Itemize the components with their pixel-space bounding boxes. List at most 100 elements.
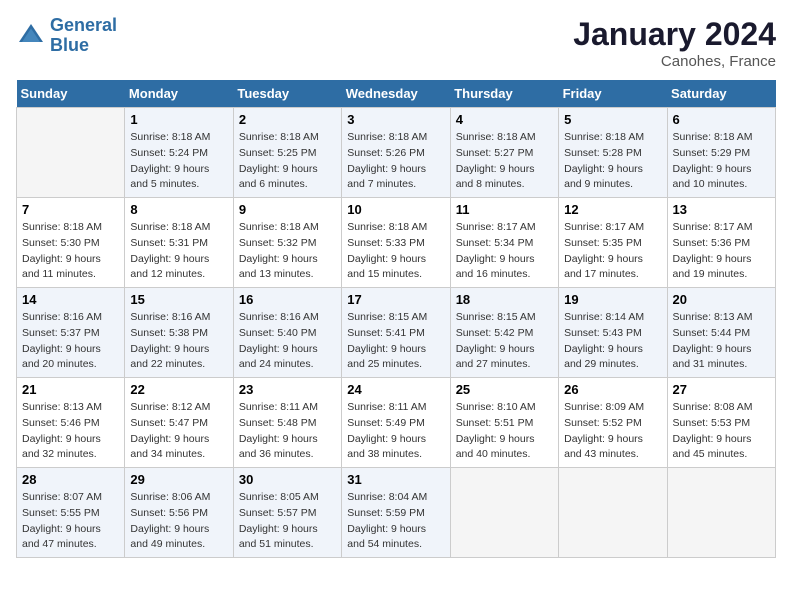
day-number: 26 xyxy=(564,382,661,397)
cell-w4-d2: 22 Sunrise: 8:12 AMSunset: 5:47 PMDayligh… xyxy=(125,378,233,468)
cell-info: Sunrise: 8:18 AMSunset: 5:29 PMDaylight:… xyxy=(673,130,770,193)
cell-info: Sunrise: 8:07 AMSunset: 5:55 PMDaylight:… xyxy=(22,490,119,553)
day-number: 9 xyxy=(239,202,336,217)
cell-w5-d2: 29 Sunrise: 8:06 AMSunset: 5:56 PMDayligh… xyxy=(125,468,233,558)
calendar-table: Sunday Monday Tuesday Wednesday Thursday… xyxy=(16,80,776,558)
day-number: 7 xyxy=(22,202,119,217)
day-number: 1 xyxy=(130,112,227,127)
cell-w5-d5 xyxy=(450,468,558,558)
day-number: 17 xyxy=(347,292,444,307)
cell-info: Sunrise: 8:18 AMSunset: 5:30 PMDaylight:… xyxy=(22,220,119,283)
cell-w2-d2: 8 Sunrise: 8:18 AMSunset: 5:31 PMDaylight… xyxy=(125,198,233,288)
day-number: 8 xyxy=(130,202,227,217)
col-sunday: Sunday xyxy=(17,80,125,108)
cell-info: Sunrise: 8:06 AMSunset: 5:56 PMDaylight:… xyxy=(130,490,227,553)
page-header: General Blue January 2024 Canohes, Franc… xyxy=(16,16,776,70)
calendar-body: 1Sunrise: 8:18 AMSunset: 5:24 PMDaylight… xyxy=(17,108,776,558)
cell-w2-d5: 11 Sunrise: 8:17 AMSunset: 5:34 PMDayligh… xyxy=(450,198,558,288)
logo-icon xyxy=(16,21,46,51)
cell-info: Sunrise: 8:15 AMSunset: 5:42 PMDaylight:… xyxy=(456,310,553,373)
day-number: 18 xyxy=(456,292,553,307)
cell-w1-d6: 5 Sunrise: 8:18 AMSunset: 5:28 PMDaylight… xyxy=(559,108,667,198)
col-saturday: Saturday xyxy=(667,80,775,108)
col-thursday: Thursday xyxy=(450,80,558,108)
cell-w4-d1: 21 Sunrise: 8:13 AMSunset: 5:46 PMDayligh… xyxy=(17,378,125,468)
week-row-5: 28Sunrise: 8:07 AMSunset: 5:55 PMDayligh… xyxy=(17,468,776,558)
cell-w4-d4: 24Sunrise: 8:11 AMSunset: 5:49 PMDayligh… xyxy=(342,378,450,468)
logo-text: General Blue xyxy=(50,16,117,56)
day-number: 5 xyxy=(564,112,661,127)
col-wednesday: Wednesday xyxy=(342,80,450,108)
cell-w3-d6: 19 Sunrise: 8:14 AMSunset: 5:43 PMDayligh… xyxy=(559,288,667,378)
calendar-header: Sunday Monday Tuesday Wednesday Thursday… xyxy=(17,80,776,108)
cell-info: Sunrise: 8:18 AMSunset: 5:27 PMDaylight:… xyxy=(456,130,553,193)
cell-info: Sunrise: 8:14 AMSunset: 5:43 PMDaylight:… xyxy=(564,310,661,373)
cell-w4-d7: 27Sunrise: 8:08 AMSunset: 5:53 PMDayligh… xyxy=(667,378,775,468)
cell-info: Sunrise: 8:13 AMSunset: 5:44 PMDaylight:… xyxy=(673,310,770,373)
cell-info: Sunrise: 8:11 AMSunset: 5:48 PMDaylight:… xyxy=(239,400,336,463)
cell-info: Sunrise: 8:16 AMSunset: 5:38 PMDaylight:… xyxy=(130,310,227,373)
cell-w5-d1: 28Sunrise: 8:07 AMSunset: 5:55 PMDayligh… xyxy=(17,468,125,558)
day-number: 13 xyxy=(673,202,770,217)
logo: General Blue xyxy=(16,16,117,56)
day-number: 2 xyxy=(239,112,336,127)
day-number: 12 xyxy=(564,202,661,217)
day-number: 16 xyxy=(239,292,336,307)
week-row-2: 7 Sunrise: 8:18 AMSunset: 5:30 PMDaylight… xyxy=(17,198,776,288)
cell-w1-d1 xyxy=(17,108,125,198)
cell-w1-d4: 3 Sunrise: 8:18 AMSunset: 5:26 PMDaylight… xyxy=(342,108,450,198)
cell-info: Sunrise: 8:17 AMSunset: 5:36 PMDaylight:… xyxy=(673,220,770,283)
cell-info: Sunrise: 8:16 AMSunset: 5:37 PMDaylight:… xyxy=(22,310,119,373)
cell-info: Sunrise: 8:05 AMSunset: 5:57 PMDaylight:… xyxy=(239,490,336,553)
cell-w5-d4: 31Sunrise: 8:04 AMSunset: 5:59 PMDayligh… xyxy=(342,468,450,558)
col-monday: Monday xyxy=(125,80,233,108)
cell-w2-d3: 9Sunrise: 8:18 AMSunset: 5:32 PMDaylight… xyxy=(233,198,341,288)
cell-w2-d4: 10 Sunrise: 8:18 AMSunset: 5:33 PMDayligh… xyxy=(342,198,450,288)
cell-w4-d3: 23 Sunrise: 8:11 AMSunset: 5:48 PMDayligh… xyxy=(233,378,341,468)
col-tuesday: Tuesday xyxy=(233,80,341,108)
cell-w3-d5: 18 Sunrise: 8:15 AMSunset: 5:42 PMDayligh… xyxy=(450,288,558,378)
cell-w5-d7 xyxy=(667,468,775,558)
week-row-3: 14Sunrise: 8:16 AMSunset: 5:37 PMDayligh… xyxy=(17,288,776,378)
cell-info: Sunrise: 8:16 AMSunset: 5:40 PMDaylight:… xyxy=(239,310,336,373)
day-number: 3 xyxy=(347,112,444,127)
col-friday: Friday xyxy=(559,80,667,108)
cell-info: Sunrise: 8:18 AMSunset: 5:26 PMDaylight:… xyxy=(347,130,444,193)
cell-info: Sunrise: 8:18 AMSunset: 5:28 PMDaylight:… xyxy=(564,130,661,193)
month-title: January 2024 xyxy=(573,16,776,53)
cell-info: Sunrise: 8:09 AMSunset: 5:52 PMDaylight:… xyxy=(564,400,661,463)
cell-w2-d6: 12 Sunrise: 8:17 AMSunset: 5:35 PMDayligh… xyxy=(559,198,667,288)
cell-w1-d5: 4Sunrise: 8:18 AMSunset: 5:27 PMDaylight… xyxy=(450,108,558,198)
day-number: 23 xyxy=(239,382,336,397)
cell-info: Sunrise: 8:18 AMSunset: 5:33 PMDaylight:… xyxy=(347,220,444,283)
cell-w3-d7: 20 Sunrise: 8:13 AMSunset: 5:44 PMDayligh… xyxy=(667,288,775,378)
cell-w5-d3: 30 Sunrise: 8:05 AMSunset: 5:57 PMDayligh… xyxy=(233,468,341,558)
day-number: 15 xyxy=(130,292,227,307)
week-row-1: 1Sunrise: 8:18 AMSunset: 5:24 PMDaylight… xyxy=(17,108,776,198)
day-number: 20 xyxy=(673,292,770,307)
cell-info: Sunrise: 8:13 AMSunset: 5:46 PMDaylight:… xyxy=(22,400,119,463)
day-number: 29 xyxy=(130,472,227,487)
day-number: 25 xyxy=(456,382,553,397)
cell-info: Sunrise: 8:08 AMSunset: 5:53 PMDaylight:… xyxy=(673,400,770,463)
day-number: 10 xyxy=(347,202,444,217)
day-number: 30 xyxy=(239,472,336,487)
cell-info: Sunrise: 8:12 AMSunset: 5:47 PMDaylight:… xyxy=(130,400,227,463)
day-number: 11 xyxy=(456,202,553,217)
cell-info: Sunrise: 8:18 AMSunset: 5:25 PMDaylight:… xyxy=(239,130,336,193)
day-number: 6 xyxy=(673,112,770,127)
cell-w1-d7: 6 Sunrise: 8:18 AMSunset: 5:29 PMDaylight… xyxy=(667,108,775,198)
week-row-4: 21 Sunrise: 8:13 AMSunset: 5:46 PMDayligh… xyxy=(17,378,776,468)
cell-info: Sunrise: 8:15 AMSunset: 5:41 PMDaylight:… xyxy=(347,310,444,373)
day-number: 22 xyxy=(130,382,227,397)
day-number: 21 xyxy=(22,382,119,397)
logo-line1: General xyxy=(50,15,117,35)
cell-info: Sunrise: 8:10 AMSunset: 5:51 PMDaylight:… xyxy=(456,400,553,463)
cell-info: Sunrise: 8:17 AMSunset: 5:35 PMDaylight:… xyxy=(564,220,661,283)
cell-w1-d2: 1Sunrise: 8:18 AMSunset: 5:24 PMDaylight… xyxy=(125,108,233,198)
cell-info: Sunrise: 8:18 AMSunset: 5:31 PMDaylight:… xyxy=(130,220,227,283)
cell-info: Sunrise: 8:17 AMSunset: 5:34 PMDaylight:… xyxy=(456,220,553,283)
cell-w5-d6 xyxy=(559,468,667,558)
day-number: 19 xyxy=(564,292,661,307)
header-row: Sunday Monday Tuesday Wednesday Thursday… xyxy=(17,80,776,108)
